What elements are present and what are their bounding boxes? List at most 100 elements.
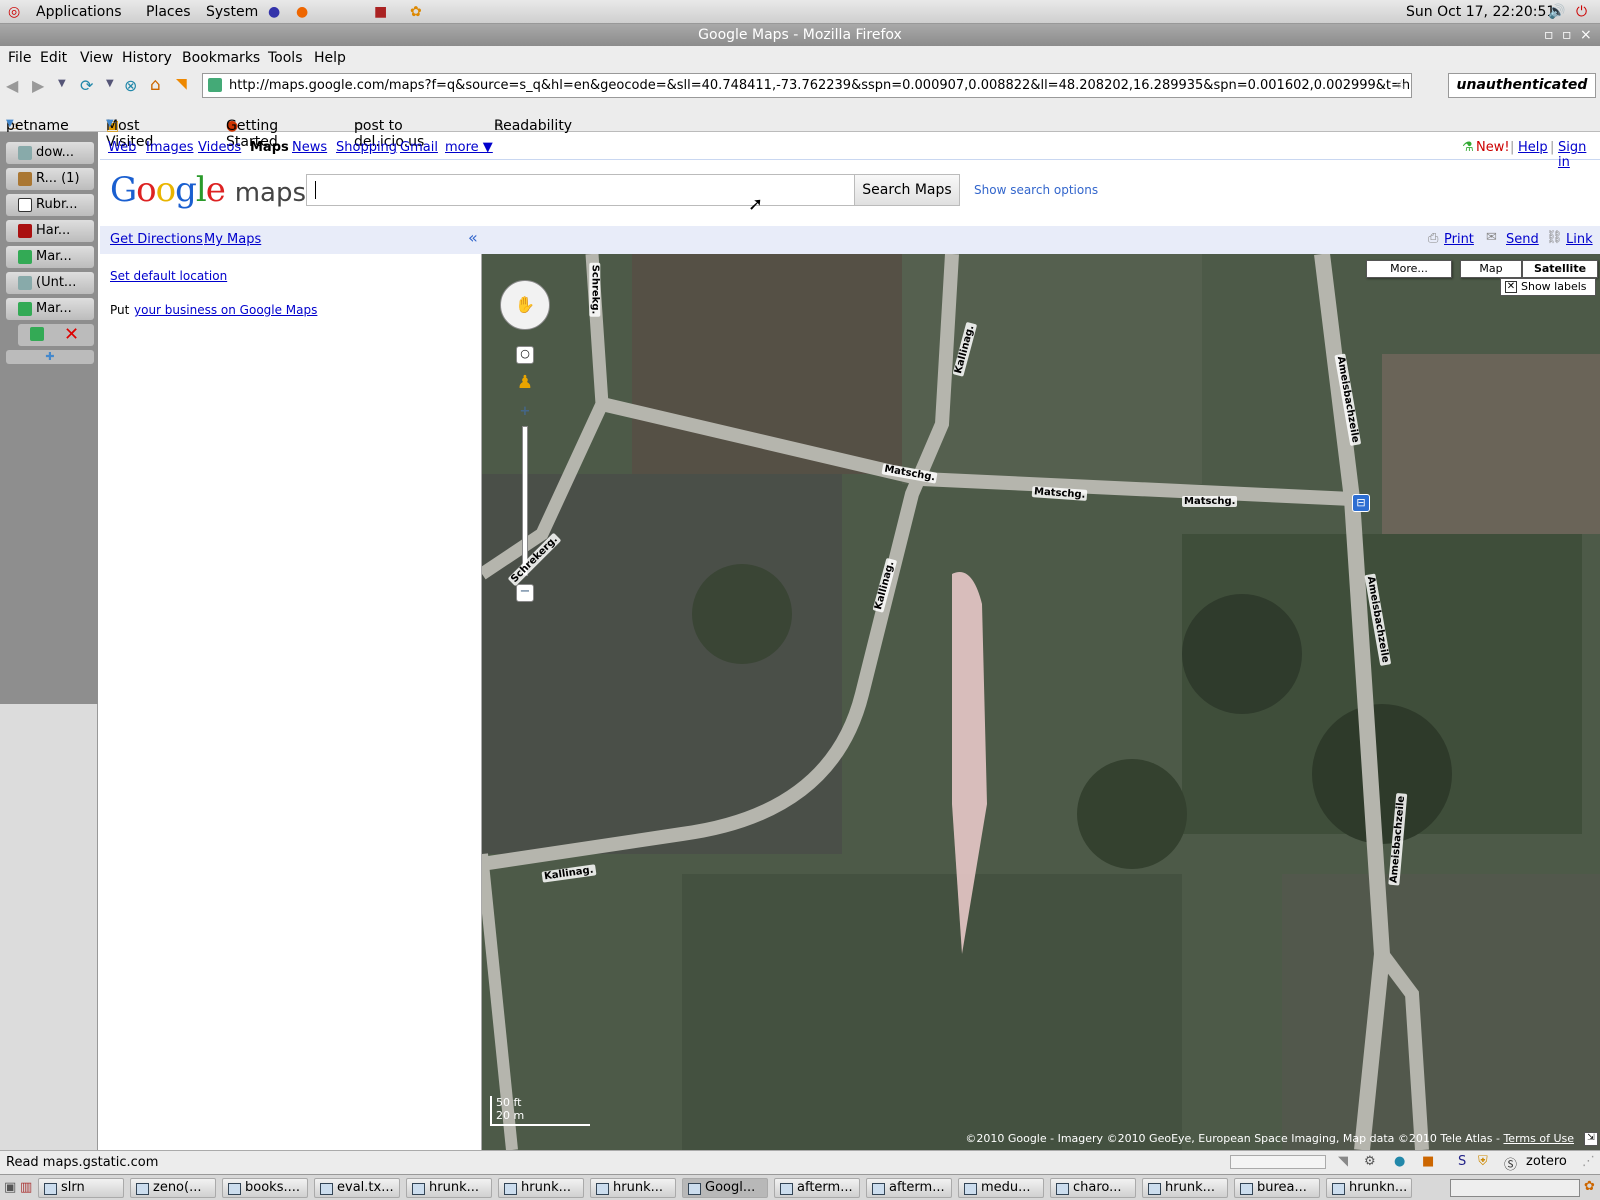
menu-tools[interactable]: Tools xyxy=(268,50,303,66)
my-maps-link[interactable]: My Maps xyxy=(204,232,261,247)
gbar-more[interactable]: more ▼ xyxy=(445,140,493,155)
applet-icon[interactable]: ✿ xyxy=(410,4,422,20)
link-link[interactable]: Link xyxy=(1566,232,1593,247)
places-menu[interactable]: Places xyxy=(146,4,191,20)
sidebar-tab-1[interactable]: dow... xyxy=(6,142,94,164)
sidebar-tab-6[interactable]: (Unt... xyxy=(6,272,94,294)
forward-icon[interactable]: ▶ xyxy=(32,76,44,95)
sidebar-tab-4[interactable]: Har... xyxy=(6,220,94,242)
gbar-web[interactable]: Web xyxy=(108,140,136,155)
satellite-type-button[interactable]: Satellite xyxy=(1522,260,1598,278)
star-bookmark-icon[interactable]: ☆ xyxy=(1395,74,1407,97)
applications-menu[interactable]: Applications xyxy=(36,4,122,20)
set-default-location-link[interactable]: Set default location xyxy=(110,269,227,283)
search-maps-button[interactable]: Search Maps xyxy=(854,174,960,206)
firefox-launcher-icon[interactable]: ● xyxy=(296,4,308,20)
gbar-gmail[interactable]: Gmail xyxy=(400,140,438,155)
map-type-button[interactable]: Map xyxy=(1460,260,1522,278)
taskbar-item[interactable]: eval.tx... xyxy=(314,1178,400,1198)
business-link[interactable]: your business on Google Maps xyxy=(134,303,317,317)
show-labels-checkbox[interactable]: ✕ Show labels xyxy=(1500,278,1596,296)
bus-stop-icon[interactable]: ⊟ xyxy=(1352,494,1370,512)
menu-view[interactable]: View xyxy=(80,50,113,66)
taskbar-item[interactable]: afterm... xyxy=(774,1178,860,1198)
menu-history[interactable]: History xyxy=(122,50,172,66)
google-maps-icon[interactable] xyxy=(30,327,44,341)
terminal-launcher-icon[interactable]: ■ xyxy=(374,4,387,20)
clock[interactable]: Sun Oct 17, 22:20:51 xyxy=(1406,4,1555,20)
get-directions-link[interactable]: Get Directions xyxy=(110,232,203,247)
trash-icon[interactable]: ▥ xyxy=(20,1180,32,1195)
back-icon[interactable]: ◀ xyxy=(6,76,18,95)
show-desktop-icon[interactable]: ▣ xyxy=(4,1180,16,1195)
sidebar-tab-3[interactable]: Rubr... xyxy=(6,194,94,216)
pegman-icon[interactable]: ♟ xyxy=(516,372,534,402)
sidebar-tab-7[interactable]: Mar... xyxy=(6,298,94,320)
applet-icon[interactable]: ✿ xyxy=(1584,1179,1595,1194)
search-input[interactable] xyxy=(306,174,854,206)
menu-bookmarks[interactable]: Bookmarks xyxy=(182,50,260,66)
pan-control[interactable]: ✋ xyxy=(500,280,550,330)
menu-file[interactable]: File xyxy=(8,50,31,66)
taskbar-item[interactable]: hrunkn... xyxy=(1326,1178,1412,1198)
auth-indicator[interactable]: unauthenticated xyxy=(1448,73,1596,98)
zoom-in-icon[interactable]: + xyxy=(516,404,534,422)
addon-icon[interactable]: ■ xyxy=(1422,1154,1434,1169)
taskbar-item-active[interactable]: Googl... xyxy=(682,1178,768,1198)
collapse-panel-icon[interactable]: « xyxy=(468,228,478,247)
rss-icon[interactable]: ◥ xyxy=(176,76,187,92)
power-icon[interactable]: ⏻ xyxy=(1576,4,1587,20)
zoom-slider[interactable] xyxy=(522,426,528,576)
google-maps-logo[interactable]: Google maps xyxy=(110,170,306,210)
taskbar-item[interactable]: slrn xyxy=(38,1178,124,1198)
system-menu[interactable]: System xyxy=(206,4,258,20)
taskbar-item[interactable]: charo... xyxy=(1050,1178,1136,1198)
taskbar-item[interactable]: medu... xyxy=(958,1178,1044,1198)
home-icon[interactable]: ⌂ xyxy=(150,75,161,95)
gbar-new[interactable]: New! xyxy=(1476,140,1510,155)
resize-corner-icon[interactable]: ⇲ xyxy=(1584,1132,1598,1146)
launcher-icon[interactable]: ● xyxy=(268,4,280,20)
menu-help[interactable]: Help xyxy=(314,50,346,66)
shield-icon[interactable]: ⛨ xyxy=(1478,1154,1488,1169)
stop-icon[interactable]: ⊗ xyxy=(124,76,137,95)
workspace-switcher[interactable] xyxy=(1450,1179,1580,1197)
satellite-map[interactable]: ✋ ○ ♟ + − More... Map Satellite ✕ Show l… xyxy=(482,254,1600,1150)
new-tab-icon[interactable]: ✚ xyxy=(6,350,94,364)
taskbar-item[interactable]: books.... xyxy=(222,1178,308,1198)
show-search-options-link[interactable]: Show search options xyxy=(974,183,1098,197)
taskbar-item[interactable]: hrunk... xyxy=(498,1178,584,1198)
sidebar-tab-5[interactable]: Mar... xyxy=(6,246,94,268)
rss-status-icon[interactable]: ◥ xyxy=(1338,1154,1348,1169)
taskbar-item[interactable]: hrunk... xyxy=(1142,1178,1228,1198)
close-tab-icon[interactable]: ✕ xyxy=(64,324,79,345)
zoom-out-icon[interactable]: − xyxy=(516,584,534,602)
maximize-icon[interactable]: ▫ xyxy=(1562,24,1572,46)
gbar-help[interactable]: Help xyxy=(1518,140,1548,155)
s-icon[interactable]: S xyxy=(1458,1154,1466,1169)
s-box-icon[interactable]: Ⓢ xyxy=(1504,1154,1517,1173)
gbar-signin[interactable]: Sign in xyxy=(1558,140,1600,170)
close-icon[interactable]: × xyxy=(1580,24,1592,46)
gbar-shopping[interactable]: Shopping xyxy=(336,140,397,155)
gear-icon[interactable]: ⚙ xyxy=(1364,1154,1376,1169)
debian-icon[interactable]: ◎ xyxy=(8,4,20,20)
taskbar-item[interactable]: burea... xyxy=(1234,1178,1320,1198)
globe-icon[interactable]: ● xyxy=(1394,1154,1405,1169)
volume-icon[interactable]: 🔊 xyxy=(1548,4,1565,20)
gbar-images[interactable]: Images xyxy=(146,140,194,155)
gbar-videos[interactable]: Videos xyxy=(198,140,241,155)
gbar-news[interactable]: News xyxy=(292,140,327,155)
minimize-icon[interactable]: ▫ xyxy=(1544,24,1554,46)
send-link[interactable]: Send xyxy=(1506,232,1539,247)
zoom-reset-icon[interactable]: ○ xyxy=(516,346,534,364)
more-layers-button[interactable]: More... xyxy=(1366,260,1452,278)
reload-icon[interactable]: ⟳ xyxy=(80,76,93,95)
zotero-button[interactable]: zotero xyxy=(1526,1154,1567,1169)
taskbar-item[interactable]: afterm... xyxy=(866,1178,952,1198)
reload-dropdown-icon[interactable]: ▼ xyxy=(106,78,114,89)
sidebar-tab-2[interactable]: R... (1) xyxy=(6,168,94,190)
history-dropdown-icon[interactable]: ▼ xyxy=(58,78,66,89)
taskbar-item[interactable]: hrunk... xyxy=(406,1178,492,1198)
print-link[interactable]: Print xyxy=(1444,232,1474,247)
